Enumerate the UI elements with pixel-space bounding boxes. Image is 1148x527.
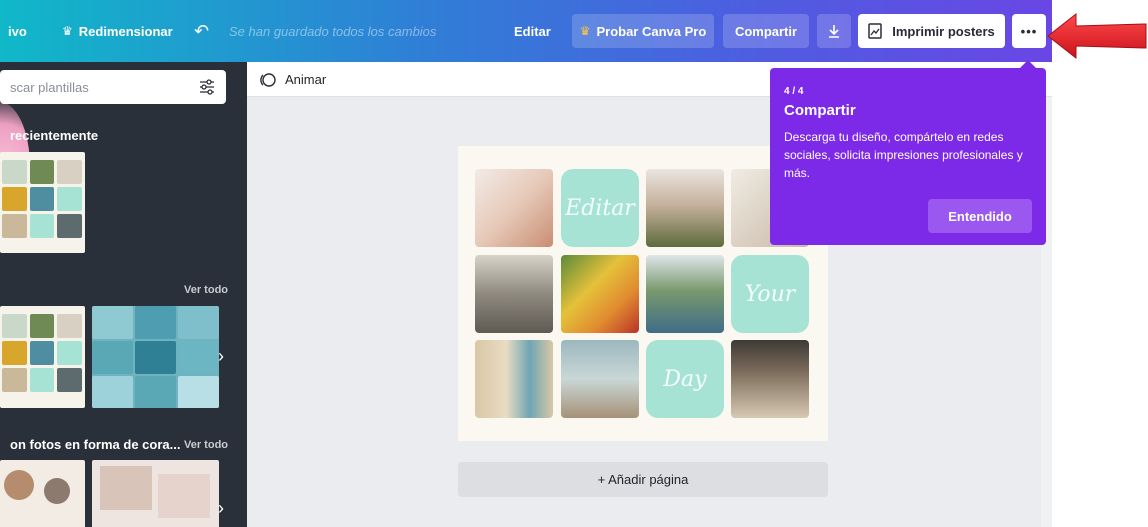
crown-icon: ♛ (62, 24, 73, 38)
recent-heading: recientemente (10, 128, 99, 143)
tooltip-pointer (1020, 60, 1036, 68)
photo-tile[interactable] (475, 340, 553, 418)
template-thumb[interactable] (92, 460, 219, 527)
photo-tile[interactable] (475, 255, 553, 333)
photo-tile[interactable] (561, 340, 639, 418)
print-posters-label: Imprimir posters (892, 23, 995, 39)
photo-tile[interactable] (646, 169, 724, 247)
undo-icon[interactable]: ↶ (194, 0, 209, 62)
see-all-link[interactable]: Ver todo (184, 439, 228, 451)
templates-panel: scar plantillas recientemente Ver todo ›… (0, 62, 247, 527)
text-tile[interactable]: Your (731, 255, 809, 333)
more-options-button[interactable]: ••• (1012, 14, 1046, 48)
canva-editor: ivo ♛ Redimensionar ↶ Se han guardado to… (0, 0, 1148, 527)
download-icon (829, 25, 839, 38)
filter-icon[interactable] (198, 78, 216, 96)
try-pro-button[interactable]: ♛ Probar Canva Pro (572, 14, 714, 48)
animate-icon (260, 72, 276, 87)
tooltip-step: 4 / 4 (784, 86, 804, 97)
photo-tile[interactable] (561, 255, 639, 333)
tooltip-title: Compartir (784, 102, 856, 119)
try-pro-label: Probar Canva Pro (596, 23, 707, 39)
recent-template-thumb[interactable] (0, 152, 85, 253)
download-button[interactable] (817, 14, 851, 48)
share-button[interactable]: Compartir (723, 14, 809, 48)
edit-button[interactable]: Editar (514, 0, 551, 62)
template-thumb[interactable] (0, 306, 85, 408)
see-all-link[interactable]: Ver todo (184, 284, 228, 296)
animate-label: Animar (285, 72, 327, 87)
top-toolbar: ivo ♛ Redimensionar ↶ Se han guardado to… (0, 0, 1052, 62)
crown-icon: ♛ (579, 24, 591, 38)
template-thumb[interactable] (92, 306, 219, 408)
resize-button[interactable]: ♛ Redimensionar (62, 0, 173, 62)
template-thumb[interactable] (0, 460, 85, 527)
section-heading: on fotos en forma de cora... (10, 437, 181, 452)
onboarding-tooltip: 4 / 4 Compartir Descarga tu diseño, comp… (770, 68, 1046, 245)
animate-button[interactable]: Animar (259, 62, 326, 97)
resize-label: Redimensionar (78, 23, 173, 39)
photo-tile[interactable] (731, 340, 809, 418)
tooltip-body: Descarga tu diseño, compártelo en redes … (784, 130, 1023, 180)
thumb-grid (2, 160, 82, 238)
poster-icon (868, 23, 882, 39)
photo-tile[interactable] (646, 255, 724, 333)
text-tile[interactable]: Editar (561, 169, 639, 247)
search-placeholder: scar plantillas (10, 79, 89, 95)
photo-tile[interactable] (475, 169, 553, 247)
got-it-button[interactable]: Entendido (928, 199, 1032, 233)
text-tile[interactable]: Day (646, 340, 724, 418)
thumb-grid (2, 314, 82, 392)
carousel-next-icon[interactable]: › (218, 346, 224, 367)
carousel-next-icon[interactable]: › (218, 498, 224, 519)
thumb-grid (92, 306, 219, 408)
save-status: Se han guardado todos los cambios (229, 23, 437, 39)
print-posters-button[interactable]: Imprimir posters (858, 14, 1005, 48)
template-search-input[interactable]: scar plantillas (0, 70, 226, 104)
add-page-button[interactable]: + Añadir página (458, 462, 828, 497)
annotation-arrow-icon (1047, 12, 1147, 60)
file-menu[interactable]: ivo (8, 0, 27, 62)
